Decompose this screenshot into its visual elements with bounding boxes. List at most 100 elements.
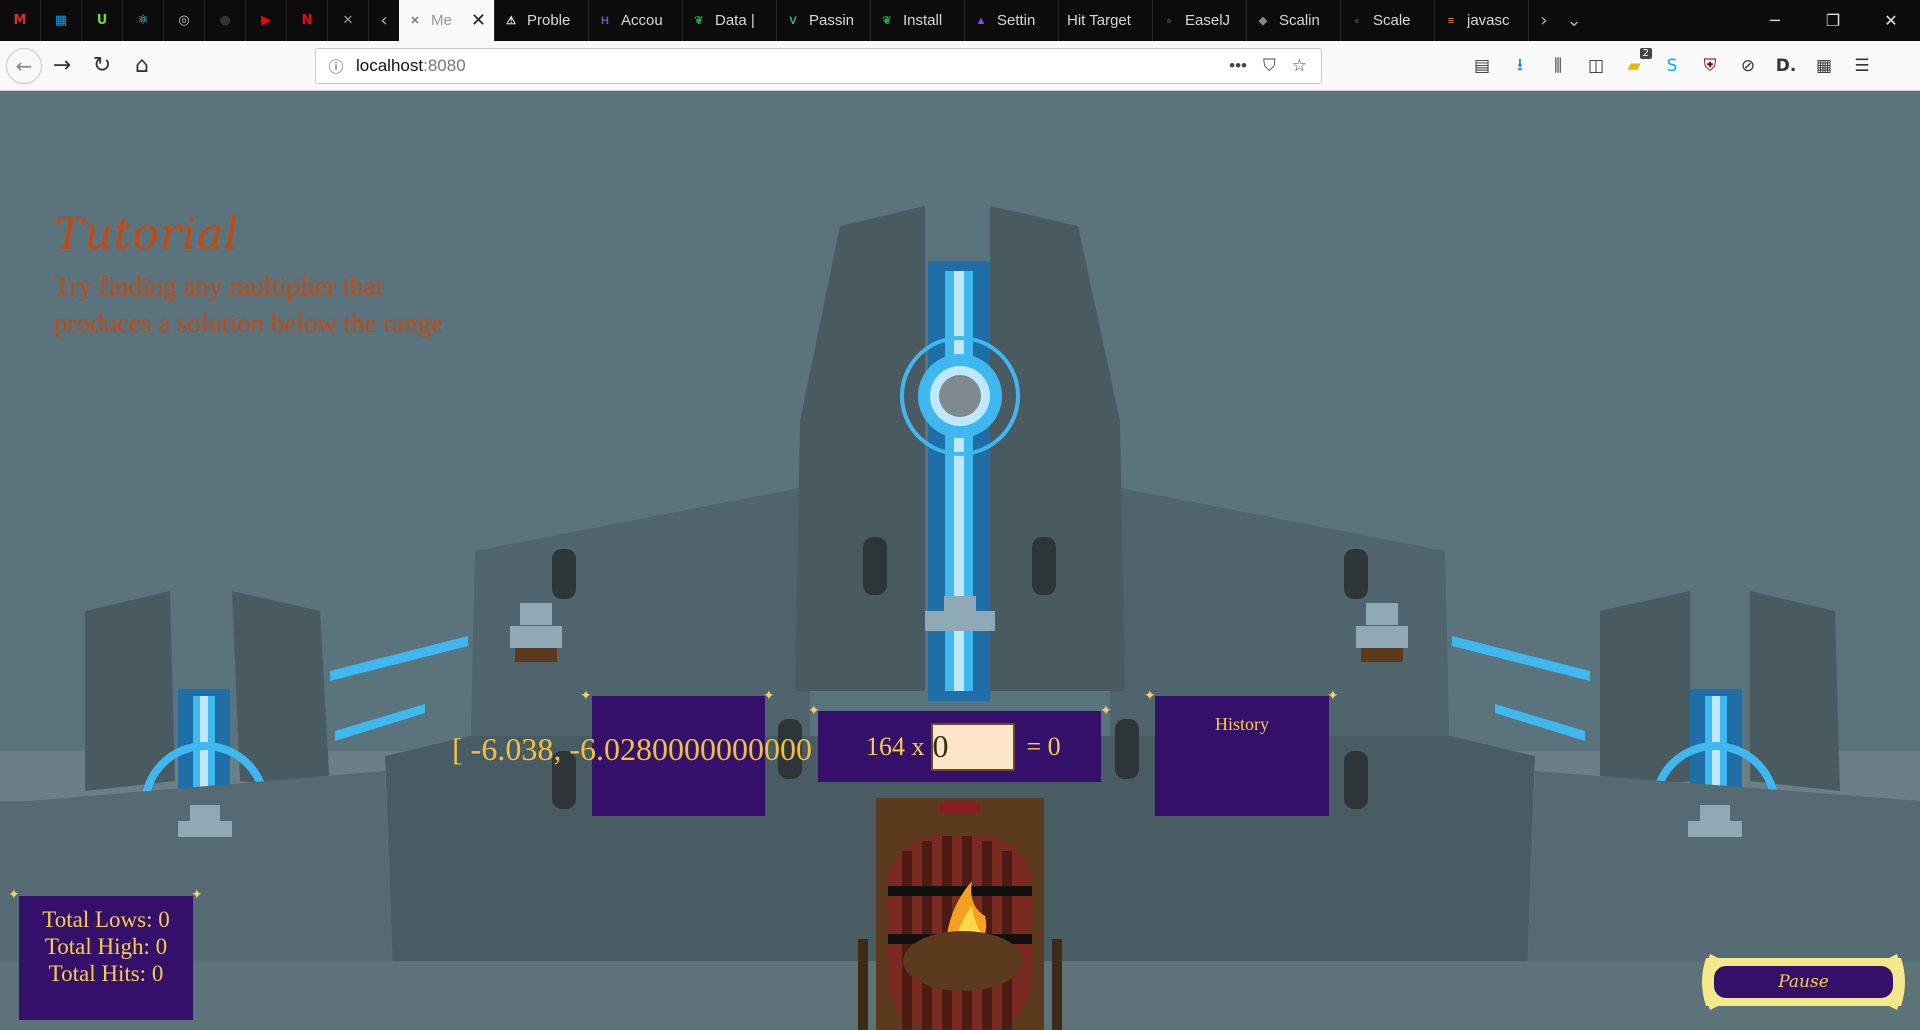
restore-button[interactable]: ❐: [1804, 0, 1862, 41]
castle-gate: [858, 798, 1062, 1030]
browser-tab[interactable]: ● Scale: [1341, 0, 1435, 41]
browser-tab[interactable]: H Accou: [589, 0, 683, 41]
range-text: [ -6.038, -6.0280000000000: [452, 731, 812, 767]
tab-label: Accou: [621, 12, 663, 29]
menu-icon[interactable]: ☰: [1850, 54, 1874, 78]
forward-button[interactable]: →: [42, 46, 82, 86]
tab-label: Passin: [809, 12, 855, 29]
tab-bar: M ▦ U ⚛ ◎ ● ▶ N ✕ ‹ ✕ Me ✕ ⚠ Proble H Accou ❦ Data | V Pas…: [0, 0, 1920, 41]
sidebar-icon[interactable]: ◫: [1584, 54, 1608, 78]
browser-tab[interactable]: V Passin: [777, 0, 871, 41]
slot-eq-right: [1115, 719, 1139, 779]
globe-icon: ◎: [178, 13, 190, 28]
slot-right-1: [1344, 549, 1368, 599]
browser-tab[interactable]: ≡ javasc: [1435, 0, 1529, 41]
tab-label: Scalin: [1279, 12, 1320, 29]
browser-tab[interactable]: ⚠ Proble: [495, 0, 589, 41]
rocket-icon: ▲: [975, 14, 987, 27]
download-icon[interactable]: ⭳: [1508, 54, 1532, 78]
compass-icon[interactable]: ⊘: [1736, 54, 1760, 78]
sparkle-icon: ✦: [191, 887, 203, 903]
pinned-tab-gmail[interactable]: M: [0, 0, 41, 41]
total-lows: Total Lows: 0: [42, 907, 170, 932]
arrow-right-icon: →: [52, 53, 72, 78]
central-ring-core: [939, 375, 981, 417]
info-icon[interactable]: ⓘ: [316, 56, 356, 77]
ublock-icon[interactable]: ⛨: [1698, 54, 1722, 78]
tab-label: Settin: [997, 12, 1036, 29]
history-button[interactable]: History: [1215, 714, 1269, 734]
sparkle-icon: ✦: [1144, 688, 1156, 704]
arrow-left-icon: ←: [15, 53, 33, 78]
central-tower-right: [990, 206, 1125, 691]
result-text: = 0: [1026, 731, 1061, 761]
browser-tab[interactable]: Hit Target: [1059, 0, 1153, 41]
bookmark-star-icon[interactable]: ☆: [1292, 56, 1307, 76]
home-button[interactable]: ⌂: [122, 46, 162, 86]
close-tab-icon[interactable]: ✕: [471, 10, 486, 31]
reload-button[interactable]: ↻: [82, 46, 122, 86]
browser-tab[interactable]: ❦ Data |: [683, 0, 777, 41]
slot-right-2: [1344, 751, 1368, 809]
extension-icon[interactable]: ▤: [1470, 54, 1494, 78]
netflix-icon: N: [301, 13, 313, 28]
mongodb-icon: ❦: [882, 15, 892, 27]
pinned-tabs: M ▦ U ⚛ ◎ ● ▶ N ✕: [0, 0, 369, 41]
tutorial-text: Try finding any multiplier that produces…: [54, 271, 444, 338]
cross-icon: ✕: [342, 13, 354, 28]
game-canvas[interactable]: Tutorial Try finding any multiplier that…: [0, 91, 1920, 1030]
tab-label: Scale: [1373, 12, 1411, 29]
browser-tab[interactable]: ❦ Install: [871, 0, 965, 41]
microsoft-icon: ▦: [54, 13, 68, 28]
d-extension-icon[interactable]: D.: [1774, 54, 1798, 78]
browser-tab[interactable]: ✕ Me ✕: [399, 0, 495, 41]
history-panel[interactable]: History: [1155, 696, 1329, 816]
browser-tab[interactable]: ▲ Settin: [965, 0, 1059, 41]
sparkle-icon: ✦: [1100, 703, 1112, 719]
multiplicand-text: 164 x: [866, 731, 925, 761]
heroku-icon: H: [601, 14, 609, 27]
sparkle-icon: ✦: [1327, 688, 1339, 704]
sparkle-icon: ✦: [763, 688, 775, 704]
sparkle-icon: ✦: [8, 887, 20, 903]
pause-button[interactable]: Pause: [1696, 948, 1911, 1016]
tab-scroll-right-button[interactable]: ›: [1529, 0, 1559, 41]
pinned-tab-youtube[interactable]: ▶: [246, 0, 287, 41]
pinned-tab-upwork[interactable]: U: [82, 0, 123, 41]
page-actions-icon[interactable]: •••: [1229, 56, 1247, 76]
left-beam-top: [330, 636, 468, 681]
central-tower-left: [795, 206, 925, 691]
minimize-button[interactable]: ─: [1746, 0, 1804, 41]
tutorial-title: Tutorial: [54, 209, 240, 260]
browser-tab[interactable]: ◆ Scalin: [1247, 0, 1341, 41]
cross-icon: ✕: [410, 15, 420, 27]
pinned-tab-globe[interactable]: ◎: [164, 0, 205, 41]
library-icon[interactable]: ⫼: [1546, 54, 1570, 78]
close-window-button[interactable]: ✕: [1862, 0, 1920, 41]
tab-label: Hit Target: [1067, 12, 1131, 29]
browser-tab[interactable]: ● EaselJ: [1153, 0, 1247, 41]
gmail-icon: M: [13, 13, 27, 28]
tab-scroll-left-button[interactable]: ‹: [369, 0, 399, 41]
skype-icon[interactable]: S: [1660, 54, 1684, 78]
extension-badge-icon[interactable]: ▰ 2: [1622, 48, 1652, 78]
pinned-tab-github[interactable]: ●: [205, 0, 246, 41]
pinned-tab-close-tabs[interactable]: ✕: [328, 0, 369, 41]
back-button[interactable]: ←: [6, 47, 42, 84]
tab-label: Install: [903, 12, 943, 29]
pause-label: Pause: [1778, 972, 1829, 992]
pinned-tab-netflix[interactable]: N: [287, 0, 328, 41]
tab-label: Data |: [715, 12, 755, 29]
url-bar[interactable]: ⓘ localhost:8080 ••• ⛉ ☆: [315, 48, 1322, 84]
slot-mid-right: [1032, 537, 1056, 595]
pinned-tab-microsoft[interactable]: ▦: [41, 0, 82, 41]
pinned-tab-react[interactable]: ⚛: [123, 0, 164, 41]
tab-label: Proble: [527, 12, 571, 29]
sparkle-icon: ✦: [808, 703, 820, 719]
list-all-tabs-button[interactable]: ⌄: [1559, 0, 1589, 41]
stats-panel: Total Lows: 0 Total High: 0 Total Hits: …: [19, 896, 193, 1020]
apps-grid-icon[interactable]: ▦: [1812, 54, 1836, 78]
home-icon: ⌂: [135, 53, 149, 78]
pocket-icon[interactable]: ⛉: [1263, 56, 1276, 76]
multiplier-input[interactable]: [930, 722, 1015, 771]
